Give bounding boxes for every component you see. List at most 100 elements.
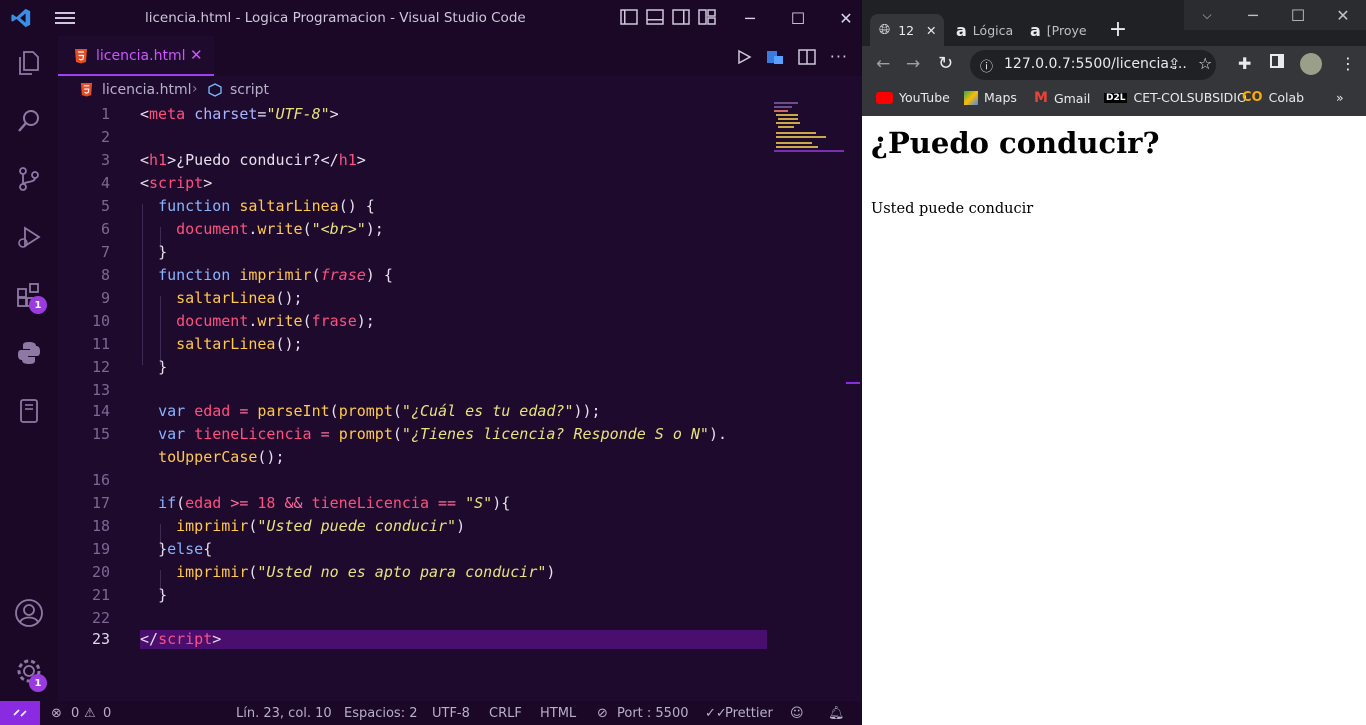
code-line-5: function saltarLinea() { bbox=[158, 197, 375, 215]
errors-count[interactable]: 0 bbox=[71, 706, 79, 721]
back-arrow-icon[interactable]: ← bbox=[876, 54, 890, 74]
code-line-14: var edad = parseInt(prompt("¿Cuál es tu … bbox=[158, 402, 601, 420]
share-icon[interactable]: ⇪ bbox=[1168, 55, 1181, 73]
extensions-puzzle-icon[interactable]: ✚ bbox=[1238, 54, 1251, 73]
line-number: 12 bbox=[91, 358, 110, 376]
line-number: 16 bbox=[91, 471, 110, 489]
browser-tab-close-icon[interactable]: ✕ bbox=[926, 23, 936, 38]
prettier-check-icon[interactable]: ✓✓ bbox=[705, 706, 727, 721]
browser-tab-logica[interactable]: a Lógica bbox=[948, 14, 1018, 46]
breadcrumb-file[interactable]: licencia.html bbox=[102, 82, 191, 98]
more-actions-icon[interactable]: ··· bbox=[830, 47, 848, 66]
indentation[interactable]: Espacios: 2 bbox=[344, 706, 417, 721]
d2l-icon: D2L bbox=[1104, 92, 1128, 103]
live-server-port[interactable]: Port : 5500 bbox=[617, 706, 689, 721]
search-icon[interactable] bbox=[14, 106, 44, 136]
notebook-icon[interactable] bbox=[14, 396, 44, 426]
status-bar: ⊗ 0 ⚠ 0 Lín. 23, col. 10 Espacios: 2 UTF… bbox=[0, 701, 862, 725]
title-bar: licencia.html - Logica Programacion - Vi… bbox=[0, 0, 862, 36]
accounts-icon[interactable] bbox=[14, 598, 44, 628]
line-number: 23 bbox=[91, 630, 110, 648]
live-server-icon[interactable]: ⊘ bbox=[597, 706, 608, 721]
maximize-button[interactable]: ☐ bbox=[774, 0, 822, 36]
site-info-icon[interactable]: ⓘ bbox=[980, 56, 993, 75]
html5-icon bbox=[80, 83, 93, 97]
new-tab-button[interactable]: + bbox=[1104, 18, 1132, 44]
profile-avatar[interactable] bbox=[1300, 53, 1322, 75]
page-heading: ¿Puedo conducir? bbox=[871, 126, 1160, 160]
end-of-line[interactable]: CRLF bbox=[489, 706, 522, 721]
browser-close-button[interactable]: ✕ bbox=[1320, 0, 1366, 30]
remote-icon bbox=[13, 709, 27, 717]
prettier-status[interactable]: Prettier bbox=[725, 706, 773, 721]
editor-tabs: licencia.html ✕ ··· bbox=[58, 36, 862, 76]
code-line-8: function imprimir(frase) { bbox=[158, 266, 393, 284]
line-number: 7 bbox=[100, 243, 110, 261]
feedback-icon[interactable]: ☺ bbox=[790, 706, 804, 721]
run-icon[interactable] bbox=[736, 49, 752, 65]
line-number: 5 bbox=[100, 197, 110, 215]
side-panel-icon[interactable] bbox=[1270, 54, 1284, 68]
source-control-icon[interactable] bbox=[14, 164, 44, 194]
toggle-sidebar-icon[interactable] bbox=[620, 8, 638, 26]
browser-maximize-button[interactable]: ☐ bbox=[1276, 0, 1320, 30]
current-line-highlight bbox=[140, 630, 767, 649]
bookmark-youtube[interactable]: YouTube bbox=[876, 90, 950, 105]
bookmark-gmail[interactable]: M Gmail bbox=[1034, 90, 1090, 106]
line-number: 1 bbox=[100, 105, 110, 123]
browser-minimize-button[interactable]: ─ bbox=[1230, 0, 1276, 30]
warnings-icon[interactable]: ⚠ bbox=[84, 706, 96, 721]
minimize-button[interactable]: ─ bbox=[726, 0, 774, 36]
remote-button[interactable] bbox=[0, 701, 40, 725]
chrome-menu-icon[interactable]: ⋮ bbox=[1340, 54, 1356, 73]
line-number: 17 bbox=[91, 494, 110, 512]
tab-search-chevron-down-icon[interactable]: ⌵ bbox=[1184, 0, 1230, 30]
vscode-logo-icon bbox=[11, 8, 31, 28]
split-editor-icon[interactable] bbox=[797, 48, 816, 66]
forward-arrow-icon[interactable]: → bbox=[906, 54, 920, 74]
toggle-secondary-sidebar-icon[interactable] bbox=[672, 8, 690, 26]
line-number: 10 bbox=[91, 312, 110, 330]
run-debug-icon[interactable] bbox=[14, 222, 44, 252]
minimap[interactable] bbox=[772, 102, 848, 152]
menu-icon[interactable] bbox=[54, 9, 76, 27]
tab-close-icon[interactable]: ✕ bbox=[190, 46, 203, 64]
errors-icon[interactable]: ⊗ bbox=[51, 706, 62, 721]
customize-layout-icon[interactable] bbox=[698, 8, 716, 26]
more-bookmarks-icon[interactable]: » bbox=[1336, 90, 1344, 105]
bookmark-colab[interactable]: CO Colab bbox=[1242, 90, 1304, 105]
gmail-icon: M bbox=[1034, 90, 1048, 106]
browser-tab-title: [Proye bbox=[1046, 22, 1087, 38]
code-line-7: } bbox=[158, 243, 168, 261]
warnings-count[interactable]: 0 bbox=[103, 706, 111, 721]
code-editor[interactable]: 1 2 3 4 5 6 7 8 9 10 11 12 13 14 15 16 17 18 19 20 21 22 23 <m… bbox=[58, 102, 770, 700]
bookmark-maps[interactable]: Maps bbox=[964, 90, 1017, 105]
code-line-23: </script> bbox=[140, 630, 222, 648]
python-icon[interactable] bbox=[14, 338, 44, 368]
bookmark-star-icon[interactable]: ☆ bbox=[1198, 54, 1212, 73]
vscode-window: licencia.html - Logica Programacion - Vi… bbox=[0, 0, 862, 725]
reload-icon[interactable]: ↻ bbox=[938, 53, 953, 74]
toggle-panel-icon[interactable] bbox=[646, 8, 664, 26]
encoding[interactable]: UTF-8 bbox=[432, 706, 470, 721]
line-number: 15 bbox=[91, 425, 110, 443]
explorer-icon[interactable] bbox=[14, 48, 44, 78]
code-line-11: saltarLinea(); bbox=[176, 335, 303, 353]
code-line-1: <meta charset="UTF-8"> bbox=[140, 105, 339, 123]
bookmark-cet[interactable]: D2L CET-COLSUBSIDIO bbox=[1104, 90, 1247, 105]
line-number: 13 bbox=[91, 381, 110, 399]
live-preview-icon[interactable] bbox=[766, 48, 784, 66]
browser-tab-proyecto[interactable]: a [Proye bbox=[1022, 14, 1094, 46]
line-number: 21 bbox=[91, 586, 110, 604]
notifications-bell-icon[interactable]: 🔔︎ bbox=[828, 706, 845, 721]
scrollbar-marker[interactable] bbox=[846, 382, 860, 384]
cursor-position[interactable]: Lín. 23, col. 10 bbox=[236, 706, 332, 721]
code-line-6: document.write("<br>"); bbox=[176, 220, 384, 238]
line-number: 20 bbox=[91, 563, 110, 581]
code-line-3: <h1>¿Puedo conducir?</h1> bbox=[140, 151, 366, 169]
breadcrumb-symbol[interactable]: script bbox=[230, 82, 269, 98]
address-text[interactable]: 127.0.0.7:5500/licencia.... bbox=[1004, 56, 1187, 72]
language-mode[interactable]: HTML bbox=[540, 706, 576, 721]
browser-tab-active[interactable]: 🌐︎ 12 ✕ bbox=[870, 14, 944, 46]
tab-licencia-html[interactable]: licencia.html ✕ bbox=[58, 36, 214, 76]
